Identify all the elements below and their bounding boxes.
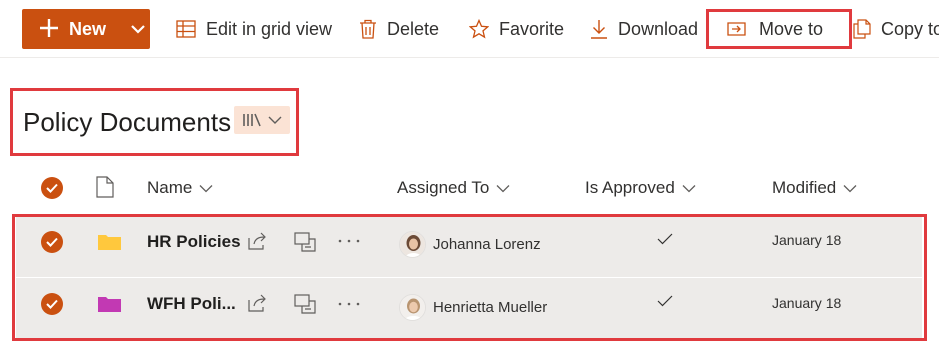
- column-header-name[interactable]: Name: [147, 178, 213, 198]
- download-button[interactable]: Download: [590, 9, 698, 49]
- copy-to-label: Copy to: [881, 18, 939, 39]
- select-all-checkbox[interactable]: [41, 177, 63, 199]
- column-header-is-approved-label: Is Approved: [585, 178, 675, 197]
- star-icon: [469, 19, 489, 39]
- favorite-button[interactable]: Favorite: [469, 9, 564, 49]
- page-title: Policy Documents: [23, 107, 232, 137]
- chevron-down-icon: [131, 25, 145, 34]
- copy-icon: [853, 19, 871, 39]
- chevron-down-icon: [199, 184, 213, 192]
- column-header-modified-label: Modified: [772, 178, 837, 197]
- trash-icon: [360, 19, 376, 39]
- column-header-assigned-to[interactable]: Assigned To: [397, 178, 510, 198]
- library-icon: [243, 113, 261, 127]
- rows-highlight: [12, 214, 927, 341]
- chevron-down-icon: [843, 184, 857, 192]
- view-switcher-button[interactable]: [234, 106, 290, 134]
- new-button[interactable]: New: [22, 9, 150, 49]
- command-bar: New Edit in grid view Delete Favorite Do…: [0, 0, 939, 58]
- checkmark-icon: [46, 183, 58, 193]
- column-header-is-approved[interactable]: Is Approved: [585, 178, 696, 198]
- edit-grid-view-label: Edit in grid view: [206, 18, 333, 39]
- column-header-name-label: Name: [147, 178, 193, 197]
- delete-label: Delete: [387, 18, 440, 39]
- favorite-label: Favorite: [499, 18, 565, 39]
- column-header-assigned-to-label: Assigned To: [397, 178, 490, 197]
- chevron-down-icon: [268, 116, 282, 124]
- copy-to-button[interactable]: Copy to: [853, 9, 939, 49]
- download-label: Download: [618, 18, 699, 39]
- move-to-label: Move to: [759, 18, 824, 39]
- file-type-icon: [96, 176, 114, 198]
- edit-grid-view-button[interactable]: Edit in grid view: [176, 9, 332, 49]
- grid-icon: [176, 20, 196, 38]
- chevron-down-icon: [682, 184, 696, 192]
- move-to-button[interactable]: Move to: [727, 9, 823, 49]
- new-button-label: New: [69, 19, 107, 39]
- plus-icon: [40, 19, 58, 37]
- column-header-modified[interactable]: Modified: [772, 178, 857, 198]
- delete-button[interactable]: Delete: [359, 9, 439, 49]
- chevron-down-icon: [496, 184, 510, 192]
- move-to-icon: [727, 22, 746, 36]
- download-icon: [591, 20, 607, 39]
